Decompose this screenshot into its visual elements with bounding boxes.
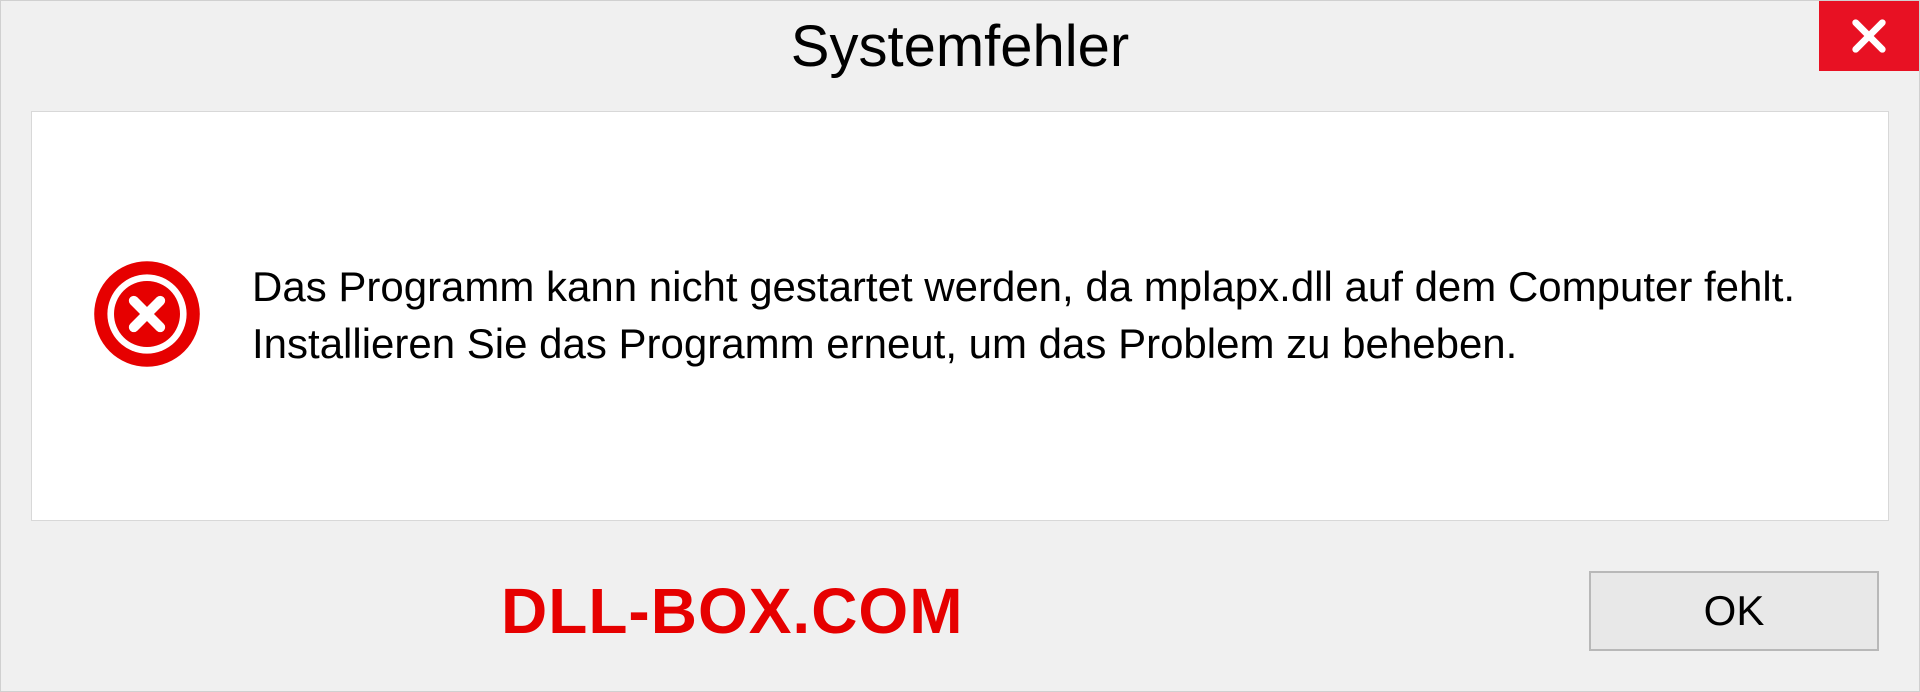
error-message: Das Programm kann nicht gestartet werden… (252, 259, 1828, 372)
error-dialog: Systemfehler Das Programm kann nicht ges… (0, 0, 1920, 692)
error-icon (92, 259, 202, 374)
close-button[interactable] (1819, 1, 1919, 71)
close-icon (1849, 16, 1889, 56)
ok-button[interactable]: OK (1589, 571, 1879, 651)
dialog-title: Systemfehler (791, 13, 1129, 80)
footer: DLL-BOX.COM OK (1, 551, 1919, 691)
watermark-text: DLL-BOX.COM (501, 574, 964, 648)
titlebar: Systemfehler (1, 1, 1919, 91)
content-area: Das Programm kann nicht gestartet werden… (31, 111, 1889, 521)
